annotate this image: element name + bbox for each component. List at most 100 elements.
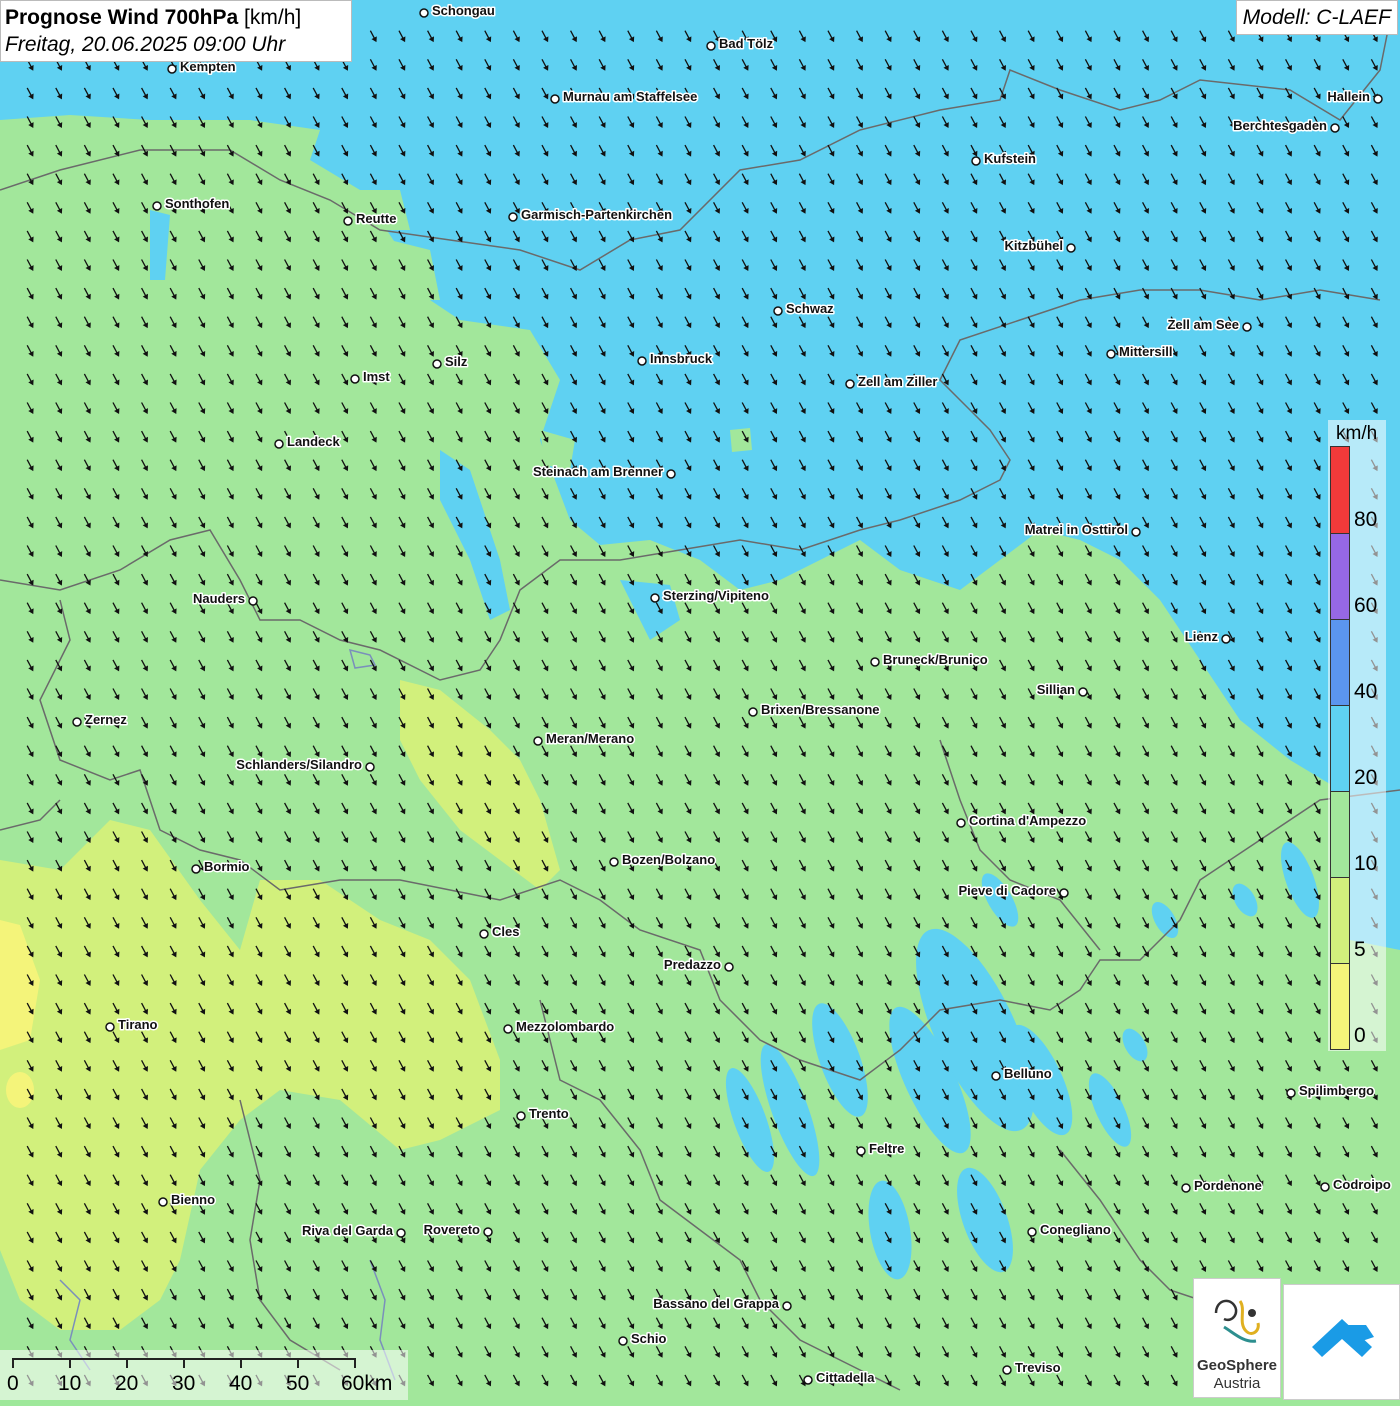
city-label: Cortina d'Ampezzo — [969, 813, 1086, 828]
city-dot-icon — [1106, 349, 1116, 359]
city-marker: Murnau am Staffelsee — [550, 88, 699, 106]
city-label: Schwaz — [786, 301, 834, 316]
city-dot-icon — [533, 736, 543, 746]
city-label: Kitzbühel — [1005, 238, 1064, 253]
city-marker: Pordenone — [1181, 1177, 1263, 1195]
city-label: Trento — [529, 1106, 569, 1121]
city-label: Sonthofen — [165, 196, 229, 211]
city-marker: Berchtesgaden — [1232, 117, 1340, 135]
city-dot-icon — [479, 929, 489, 939]
city-label: Sillian — [1037, 682, 1075, 697]
city-label: Predazzo — [664, 957, 721, 972]
city-label: Lienz — [1185, 629, 1219, 644]
city-marker: Brixen/Bressanone — [748, 701, 881, 719]
city-label: Schongau — [432, 3, 495, 18]
city-label: Bozen/Bolzano — [622, 852, 715, 867]
city-label: Matrei in Osttirol — [1025, 522, 1128, 537]
scale-label: 10 — [58, 1372, 82, 1395]
scale-tick-mark — [297, 1358, 299, 1368]
city-label: Pordenone — [1194, 1178, 1262, 1193]
legend-color-bar — [1330, 446, 1350, 1050]
city-marker: Pieve di Cadore — [957, 882, 1069, 900]
city-label: Brixen/Bressanone — [761, 702, 880, 717]
city-dot-icon — [748, 707, 758, 717]
city-label: Nauders — [193, 591, 245, 606]
wind-zone-10-20-island — [730, 428, 752, 452]
city-label: Steinach am Brenner — [533, 464, 663, 479]
city-dot-icon — [618, 1336, 628, 1346]
city-label: Schlanders/Silandro — [236, 757, 362, 772]
city-dot-icon — [666, 469, 676, 479]
city-dot-icon — [152, 201, 162, 211]
city-dot-icon — [1078, 687, 1088, 697]
city-marker: Bozen/Bolzano — [609, 851, 717, 869]
city-marker: Cortina d'Ampezzo — [956, 812, 1088, 830]
scale-bar: 0 10 20 30 40 50 60km — [0, 1350, 408, 1400]
city-dot-icon — [1242, 322, 1252, 332]
city-dot-icon — [803, 1375, 813, 1385]
city-label: Kufstein — [984, 151, 1036, 166]
map-title-main: Prognose Wind 700hPa — [5, 6, 239, 29]
color-legend: km/h 80 60 40 20 10 5 0 — [1328, 420, 1386, 1051]
scale-label: 20 — [115, 1372, 139, 1395]
city-label: Belluno — [1004, 1066, 1052, 1081]
city-label: Rovereto — [424, 1222, 480, 1237]
city-dot-icon — [650, 593, 660, 603]
city-label: Silz — [445, 354, 468, 369]
city-dot-icon — [845, 379, 855, 389]
city-marker: Steinach am Brenner — [531, 463, 676, 481]
city-dot-icon — [503, 1024, 513, 1034]
city-dot-icon — [1027, 1227, 1037, 1237]
city-dot-icon — [971, 156, 981, 166]
scale-tick-mark — [354, 1358, 356, 1368]
city-label: Meran/Merano — [546, 731, 634, 746]
city-dot-icon — [274, 439, 284, 449]
legend-tick: 80 — [1354, 508, 1378, 531]
legend-seg-60-80 — [1331, 533, 1349, 619]
legend-seg-80-plus — [1331, 447, 1349, 533]
city-marker: Conegliano — [1027, 1221, 1112, 1239]
city-label: Imst — [363, 369, 390, 384]
weather-app-icon — [1312, 1319, 1374, 1357]
city-marker: Bassano del Grappa — [652, 1295, 792, 1313]
city-dot-icon — [419, 8, 429, 18]
geosphere-logo[interactable]: GeoSphere Austria — [1193, 1278, 1281, 1398]
city-marker: Bruneck/Brunico — [870, 651, 989, 669]
legend-seg-20-40 — [1331, 705, 1349, 791]
city-label: Zernez — [85, 712, 127, 727]
city-dot-icon — [1330, 123, 1340, 133]
city-label: Reutte — [356, 211, 396, 226]
legend-tick: 60 — [1354, 594, 1378, 617]
city-label: Bad Tölz — [719, 36, 774, 51]
city-dot-icon — [105, 1022, 115, 1032]
city-label: Berchtesgaden — [1233, 118, 1327, 133]
city-dot-icon — [991, 1071, 1001, 1081]
city-dot-icon — [365, 762, 375, 772]
city-dot-icon — [782, 1301, 792, 1311]
city-dot-icon — [1373, 94, 1383, 104]
city-dot-icon — [956, 818, 966, 828]
city-dot-icon — [870, 657, 880, 667]
city-marker: Schongau — [419, 2, 496, 20]
city-dot-icon — [609, 857, 619, 867]
city-dot-icon — [1286, 1088, 1296, 1098]
map-title-unit: [km/h] — [238, 6, 302, 29]
city-marker: Meran/Merano — [533, 730, 636, 748]
city-dot-icon — [550, 94, 560, 104]
city-dot-icon — [72, 717, 82, 727]
city-dot-icon — [706, 41, 716, 51]
city-marker: Sonthofen — [152, 195, 231, 213]
city-dot-icon — [773, 306, 783, 316]
legend-seg-5-10 — [1331, 877, 1349, 963]
city-dot-icon — [350, 374, 360, 384]
city-label: Bormio — [204, 859, 250, 874]
city-dot-icon — [191, 864, 201, 874]
city-label: Codroipo — [1333, 1177, 1391, 1192]
scale-tick-mark — [240, 1358, 242, 1368]
city-dot-icon — [1131, 527, 1141, 537]
scale-label: 40 — [229, 1372, 253, 1395]
scale-tick-mark — [126, 1358, 128, 1368]
weather-app-logo[interactable] — [1283, 1284, 1400, 1400]
city-label: Bruneck/Brunico — [883, 652, 988, 667]
city-marker: Zell am Ziller — [845, 373, 939, 391]
